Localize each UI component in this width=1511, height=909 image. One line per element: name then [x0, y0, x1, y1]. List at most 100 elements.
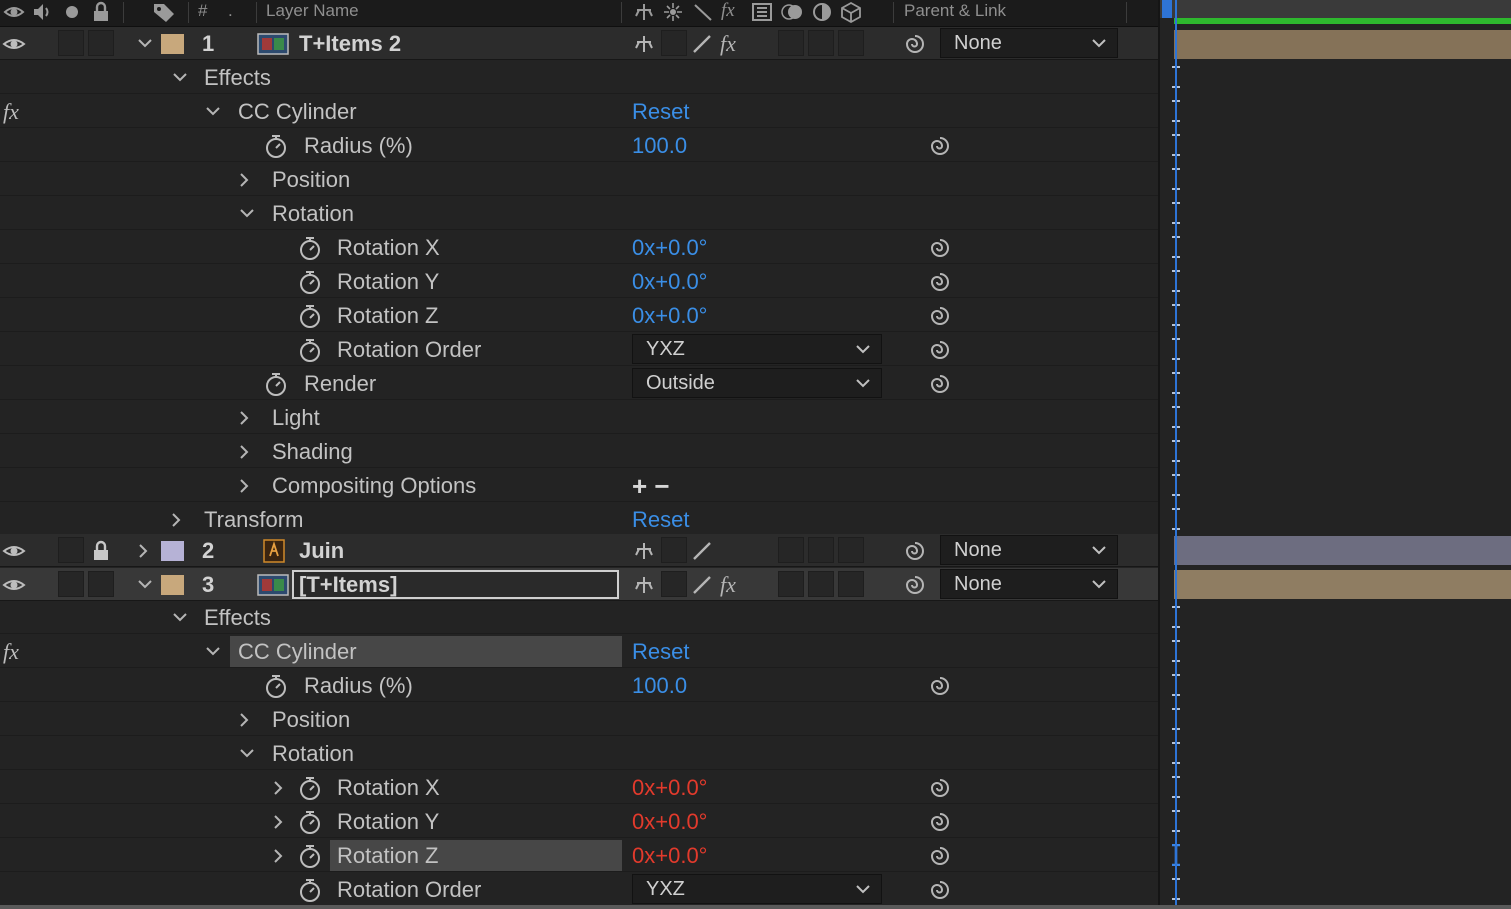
layer-name[interactable]: T+Items 2: [299, 27, 401, 60]
chevron-right-icon[interactable]: [272, 839, 288, 872]
collapse-switch[interactable]: [661, 571, 687, 597]
fx-switch-icon[interactable]: fx: [720, 27, 736, 60]
quality-icon[interactable]: [690, 33, 714, 55]
property-row-radius[interactable]: Radius (%) 100.0: [0, 129, 1158, 162]
quality-icon[interactable]: [690, 540, 714, 562]
property-group-shading[interactable]: Shading: [0, 435, 1158, 468]
property-row-rotation-x[interactable]: Rotation X 0x+0.0°: [0, 771, 1158, 804]
frame-blend-header-icon[interactable]: [750, 1, 774, 23]
3d-layer-header-icon[interactable]: [839, 1, 863, 23]
pickwhip-icon[interactable]: [928, 236, 952, 260]
stopwatch-active-icon[interactable]: [297, 809, 323, 835]
property-group-compositing-options[interactable]: Compositing Options + −: [0, 469, 1158, 502]
property-group-light[interactable]: Light: [0, 401, 1158, 434]
property-row-rotation-z[interactable]: Rotation Z 0x+0.0°: [0, 839, 1158, 872]
property-value[interactable]: 0x+0.0°: [632, 805, 707, 838]
parent-dropdown[interactable]: None: [940, 28, 1118, 58]
pickwhip-icon[interactable]: [928, 810, 952, 834]
collapse-switch[interactable]: [661, 537, 687, 563]
pickwhip-icon[interactable]: [928, 304, 952, 328]
chevron-down-icon[interactable]: [172, 601, 188, 634]
chevron-right-icon[interactable]: [272, 805, 288, 838]
chevron-down-icon[interactable]: [172, 61, 188, 94]
property-row-rotation-order[interactable]: Rotation Order YXZ: [0, 333, 1158, 366]
stopwatch-icon[interactable]: [297, 269, 323, 295]
collapse-switch[interactable]: [661, 30, 687, 56]
motion-blur-switch[interactable]: [808, 30, 834, 56]
frame-blend-switch[interactable]: [778, 30, 804, 56]
property-row-rotation-x[interactable]: Rotation X 0x+0.0°: [0, 231, 1158, 264]
property-row-render[interactable]: Render Outside: [0, 367, 1158, 400]
chevron-right-icon[interactable]: [238, 163, 254, 196]
quality-header-icon[interactable]: [692, 1, 714, 23]
solo-toggle[interactable]: [58, 571, 84, 597]
timeline-panel[interactable]: [1158, 0, 1511, 909]
parent-link-column-header[interactable]: Parent & Link: [904, 0, 1006, 24]
property-group-position[interactable]: Position: [0, 163, 1158, 196]
chevron-right-icon[interactable]: [238, 703, 254, 736]
motion-blur-switch[interactable]: [808, 571, 834, 597]
eye-header-icon[interactable]: [3, 1, 25, 23]
property-group-position[interactable]: Position: [0, 703, 1158, 736]
quality-icon[interactable]: [690, 574, 714, 596]
pickwhip-icon[interactable]: [928, 134, 952, 158]
effect-name[interactable]: CC Cylinder: [238, 635, 357, 668]
eye-icon[interactable]: [2, 542, 26, 560]
lock-header-icon[interactable]: [91, 1, 111, 23]
property-row-rotation-order[interactable]: Rotation Order YXZ: [0, 873, 1158, 906]
property-group-rotation[interactable]: Rotation: [0, 197, 1158, 230]
current-time-indicator-handle[interactable]: [1162, 0, 1172, 18]
eye-icon[interactable]: [2, 35, 26, 53]
layer-row-3[interactable]: 3 [T+Items] fx None: [0, 568, 1158, 601]
work-area-bar[interactable]: [1160, 0, 1511, 18]
shy-header-icon[interactable]: [632, 1, 656, 23]
layer-row-1[interactable]: 1 T+Items 2 fx None: [0, 27, 1158, 60]
rotation-order-dropdown[interactable]: YXZ: [632, 874, 882, 904]
layer-name[interactable]: Juin: [299, 534, 344, 567]
pickwhip-icon[interactable]: [928, 844, 952, 868]
property-group-rotation[interactable]: Rotation: [0, 737, 1158, 770]
pickwhip-icon[interactable]: [928, 878, 952, 902]
pickwhip-icon[interactable]: [928, 674, 952, 698]
layer-name[interactable]: [T+Items]: [299, 568, 397, 601]
stopwatch-icon[interactable]: [263, 371, 289, 397]
stopwatch-icon[interactable]: [297, 303, 323, 329]
collapse-header-icon[interactable]: [662, 1, 684, 23]
shy-icon[interactable]: [632, 33, 656, 55]
chevron-right-icon[interactable]: [238, 401, 254, 434]
shy-icon[interactable]: [632, 540, 656, 562]
reset-link[interactable]: Reset: [632, 503, 689, 536]
effects-group-row[interactable]: Effects: [0, 61, 1158, 94]
add-remove-mask-buttons[interactable]: + −: [632, 469, 670, 502]
label-color-swatch[interactable]: [161, 575, 184, 595]
reset-link[interactable]: Reset: [632, 95, 689, 128]
property-value[interactable]: 0x+0.0°: [632, 771, 707, 804]
chevron-down-icon[interactable]: [205, 95, 221, 128]
reset-link[interactable]: Reset: [632, 635, 689, 668]
frame-blend-switch[interactable]: [778, 537, 804, 563]
chevron-down-icon[interactable]: [239, 197, 255, 230]
pickwhip-icon[interactable]: [928, 776, 952, 800]
pickwhip-icon[interactable]: [928, 270, 952, 294]
motion-blur-switch[interactable]: [808, 537, 834, 563]
pickwhip-icon[interactable]: [903, 539, 927, 563]
pickwhip-icon[interactable]: [928, 372, 952, 396]
stopwatch-icon[interactable]: [263, 673, 289, 699]
label-color-swatch[interactable]: [161, 541, 184, 561]
lock-toggle[interactable]: [88, 571, 114, 597]
layer-1-duration-bar[interactable]: [1174, 30, 1511, 59]
layer-3-duration-bar[interactable]: [1174, 570, 1511, 599]
property-row-radius[interactable]: Radius (%) 100.0: [0, 669, 1158, 702]
parent-dropdown[interactable]: None: [940, 569, 1118, 599]
speaker-header-icon[interactable]: [31, 1, 53, 23]
chevron-right-icon[interactable]: [238, 435, 254, 468]
chevron-right-icon[interactable]: [137, 534, 153, 567]
chevron-right-icon[interactable]: [272, 771, 288, 804]
property-value[interactable]: 100.0: [632, 129, 687, 162]
layer-name-column-header[interactable]: Layer Name: [266, 0, 359, 24]
adjustment-header-icon[interactable]: [810, 1, 834, 23]
number-column-header[interactable]: #: [198, 0, 207, 24]
property-row-rotation-y[interactable]: Rotation Y 0x+0.0°: [0, 805, 1158, 838]
transform-group-row[interactable]: Transform Reset: [0, 503, 1158, 536]
solo-toggle[interactable]: [58, 30, 84, 56]
